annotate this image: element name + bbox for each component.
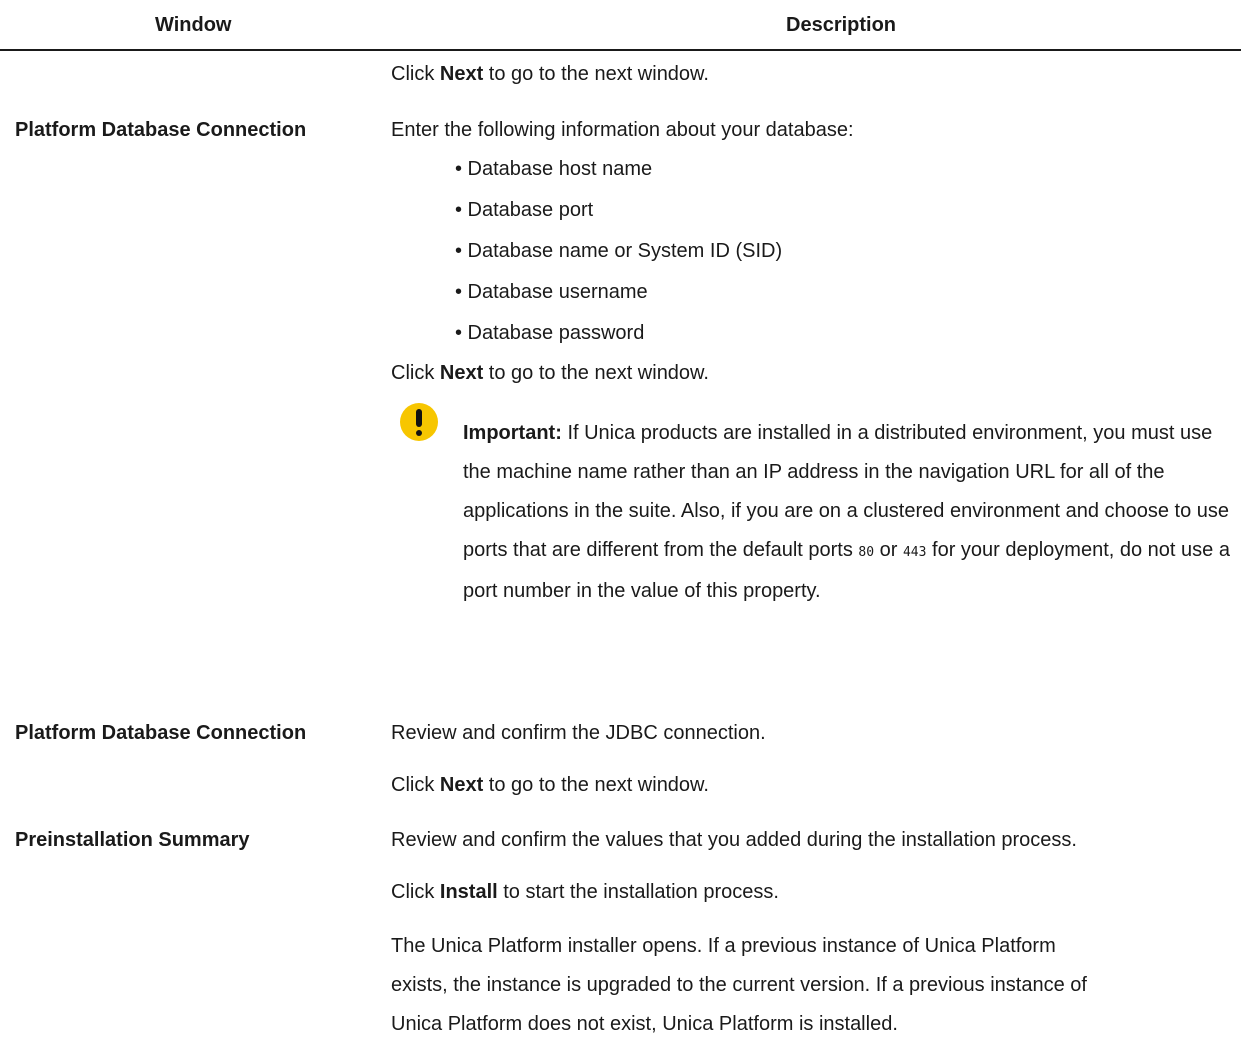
instruction-next: Click Next to go to the next window. xyxy=(391,359,709,387)
instruction-next: Click Next to go to the next window. xyxy=(391,771,709,799)
important-note: Important: If Unica products are install… xyxy=(463,414,1238,611)
instruction-text: Click xyxy=(391,881,440,903)
exclamation-bar xyxy=(416,409,422,427)
description-text: exists, the instance is upgraded to the … xyxy=(391,974,1087,996)
instruction-next: Click Next to go to the next window. xyxy=(391,60,709,88)
port-code: 80 xyxy=(858,545,875,560)
description-intro: Enter the following information about yo… xyxy=(391,119,854,141)
list-item: • Database name or System ID (SID) xyxy=(455,240,783,262)
list-item: • Database username xyxy=(455,281,648,303)
header-divider xyxy=(0,49,1241,51)
instruction-text: Click xyxy=(391,362,440,384)
description-text: Unica Platform does not exist, Unica Pla… xyxy=(391,1013,898,1035)
column-header-description: Description xyxy=(786,14,897,36)
description-text: Review and confirm the JDBC connection. xyxy=(391,722,766,744)
instruction-text: Click xyxy=(391,774,440,796)
description-text: Review and confirm the values that you a… xyxy=(391,829,1077,851)
list-item: • Database host name xyxy=(455,158,653,180)
window-name-preinstallation-summary: Preinstallation Summary xyxy=(15,829,250,851)
instruction-text: to go to the next window. xyxy=(483,63,709,85)
next-keyword: Next xyxy=(439,774,484,796)
column-header-window: Window xyxy=(155,14,232,36)
instruction-text: to go to the next window. xyxy=(483,362,709,384)
next-keyword: Next xyxy=(439,63,484,85)
note-text: or xyxy=(874,539,903,561)
instruction-text: Click xyxy=(391,63,440,85)
list-item: • Database port xyxy=(455,199,594,221)
note-label: Important: xyxy=(463,422,562,444)
instruction-text: to go to the next window. xyxy=(483,774,709,796)
install-keyword: Install xyxy=(439,881,498,903)
exclamation-dot xyxy=(416,430,422,436)
instruction-text: to start the installation process. xyxy=(497,881,779,903)
window-name-platform-database-connection: Platform Database Connection xyxy=(15,722,307,744)
installer-windows-table: Window Description Click Next to go to t… xyxy=(0,0,1241,1040)
next-keyword: Next xyxy=(439,362,484,384)
port-code: 443 xyxy=(902,545,927,560)
description-text: The Unica Platform installer opens. If a… xyxy=(391,935,1056,957)
list-item: • Database password xyxy=(455,322,645,344)
instruction-install: Click Install to start the installation … xyxy=(391,878,779,906)
window-name-platform-database-connection: Platform Database Connection xyxy=(15,119,307,141)
important-icon xyxy=(400,403,438,441)
